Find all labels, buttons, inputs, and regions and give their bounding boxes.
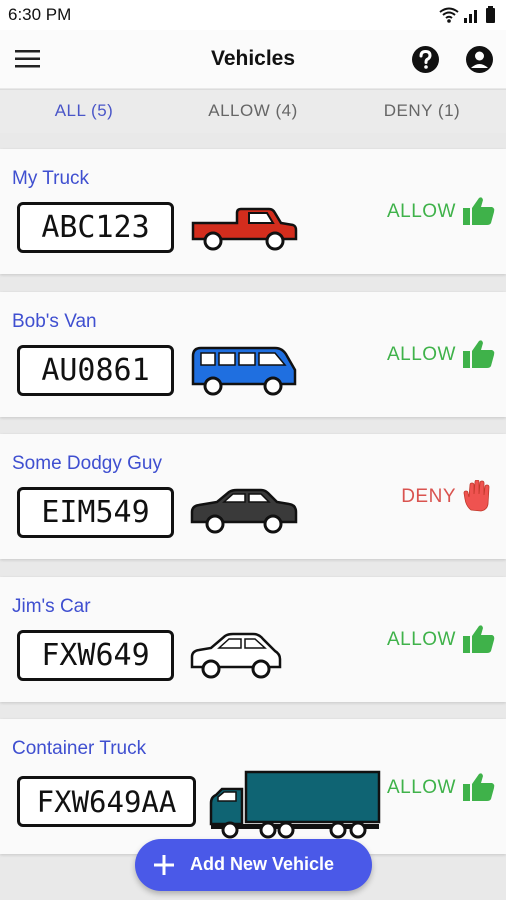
- vehicle-name: Container Truck: [12, 738, 147, 759]
- signal-icon: [464, 10, 477, 23]
- vehicle-card[interactable]: Bob's Van AU0861 ALLOW: [0, 292, 506, 417]
- account-icon[interactable]: [465, 45, 494, 74]
- thumbs-up-icon: [463, 197, 495, 225]
- sedan-icon: [190, 488, 298, 534]
- status-icons: [439, 6, 495, 23]
- filter-tabs: ALL (5) ALLOW (4) DENY (1): [0, 89, 506, 133]
- add-vehicle-label: Add New Vehicle: [190, 854, 335, 874]
- vehicle-name: Jim's Car: [12, 596, 91, 617]
- pickup-truck-icon: [191, 207, 298, 251]
- vehicle-card[interactable]: Jim's Car FXW649 ALLOW: [0, 577, 506, 702]
- vehicle-card[interactable]: Container Truck FXW649AA ALLOW: [0, 719, 506, 854]
- status-label: DENY: [401, 486, 456, 507]
- status-label: ALLOW: [386, 201, 456, 222]
- status-label: ALLOW: [386, 629, 456, 650]
- semi-truck-icon: [209, 770, 381, 839]
- status-label: ALLOW: [386, 344, 456, 365]
- thumbs-up-icon: [463, 773, 495, 801]
- app-bar: Vehicles: [0, 30, 506, 88]
- license-plate: ABC123: [17, 202, 174, 253]
- help-icon[interactable]: [411, 45, 440, 74]
- van-icon: [191, 346, 297, 396]
- thumbs-up-icon: [463, 340, 495, 368]
- plus-icon: [154, 855, 174, 875]
- hand-stop-icon: [463, 480, 490, 512]
- status-bar: 6:30 PM: [0, 0, 506, 30]
- wifi-icon: [439, 7, 459, 23]
- tab-allow[interactable]: ALLOW (4): [168, 101, 338, 121]
- status-label: ALLOW: [386, 777, 456, 798]
- vehicle-name: Some Dodgy Guy: [12, 453, 162, 474]
- license-plate: AU0861: [17, 345, 174, 396]
- vehicle-name: My Truck: [12, 168, 90, 189]
- license-plate: FXW649AA: [17, 776, 196, 827]
- hatchback-icon: [190, 632, 282, 679]
- add-vehicle-button[interactable]: Add New Vehicle: [135, 839, 372, 891]
- vehicle-name: Bob's Van: [12, 311, 97, 332]
- tab-all[interactable]: ALL (5): [0, 101, 168, 121]
- thumbs-up-icon: [463, 625, 495, 653]
- license-plate: FXW649: [17, 630, 174, 681]
- vehicle-card[interactable]: My Truck ABC123 ALLOW: [0, 149, 506, 274]
- tab-deny[interactable]: DENY (1): [338, 101, 506, 121]
- status-time: 6:30 PM: [8, 5, 72, 24]
- battery-icon: [486, 6, 495, 23]
- license-plate: EIM549: [17, 487, 174, 538]
- vehicle-card[interactable]: Some Dodgy Guy EIM549 DENY: [0, 434, 506, 559]
